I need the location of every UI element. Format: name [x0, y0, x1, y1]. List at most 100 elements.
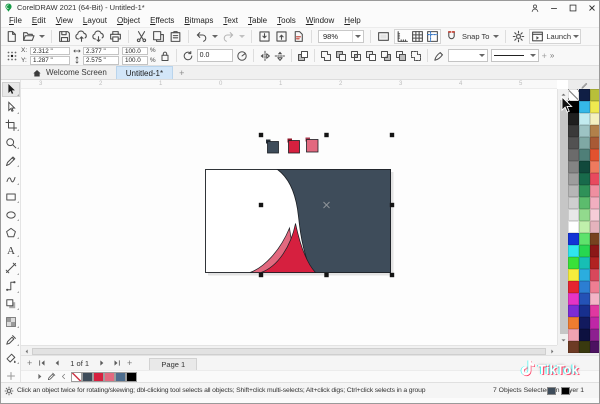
palette-swatch[interactable]	[568, 149, 579, 161]
doc-swatch[interactable]	[126, 371, 137, 382]
shape-tool[interactable]	[3, 101, 19, 114]
palette-swatch[interactable]	[568, 185, 579, 197]
intersect-icon[interactable]	[350, 50, 362, 62]
scale-v-input[interactable]: 100.0	[122, 56, 148, 65]
palette-swatch[interactable]	[568, 113, 579, 125]
handle-top-left[interactable]	[258, 132, 264, 138]
account-icon[interactable]	[530, 3, 540, 13]
palette-header[interactable]	[568, 80, 599, 89]
horizontal-ruler[interactable]: 3 2 1 0 1 2 3 4 5	[21, 80, 557, 89]
palette-swatch[interactable]	[568, 257, 579, 269]
snap-icon[interactable]	[445, 30, 458, 43]
palette-swatch[interactable]	[590, 185, 599, 197]
menu-item-help[interactable]: Help	[339, 16, 365, 25]
new-document-tab-button[interactable]: +	[173, 66, 190, 79]
palette-swatch[interactable]	[590, 281, 599, 293]
palette-swatch[interactable]	[590, 269, 599, 281]
save-to-cloud-icon[interactable]	[92, 30, 105, 43]
palette-swatch[interactable]	[568, 101, 579, 113]
palette-swatch[interactable]	[568, 293, 579, 305]
palette-swatch[interactable]	[579, 245, 590, 257]
palette-swatch[interactable]	[568, 209, 579, 221]
palette-swatch[interactable]	[579, 233, 590, 245]
horizontal-scrollbar[interactable]	[21, 345, 557, 355]
launch-caret[interactable]	[573, 35, 579, 41]
x-position-input[interactable]: 2.312 "	[30, 46, 70, 55]
tab-welcome-screen[interactable]: Welcome Screen	[23, 66, 116, 79]
dimension-tool[interactable]	[3, 262, 19, 275]
order-objects-icon[interactable]	[297, 50, 309, 62]
pick-tool[interactable]	[1, 82, 20, 97]
palette-swatch[interactable]	[568, 341, 579, 353]
connector-tool[interactable]	[3, 280, 19, 293]
line-style-select[interactable]	[490, 49, 539, 62]
palette-swatch[interactable]	[590, 317, 599, 329]
snap-to-caret[interactable]	[493, 35, 500, 41]
interactive-fill-tool[interactable]	[3, 352, 19, 365]
handle-bottom-left[interactable]	[258, 272, 264, 278]
horizontal-scroll-thumb[interactable]	[32, 347, 546, 355]
palette-swatch[interactable]	[579, 281, 590, 293]
object-origin-icon[interactable]	[6, 50, 18, 62]
palette-swatch[interactable]	[579, 221, 590, 233]
menu-item-file[interactable]: File	[4, 16, 27, 25]
handle-top-center[interactable]	[324, 132, 329, 138]
menu-item-text[interactable]: Text	[218, 16, 243, 25]
swatch-navy[interactable]	[267, 141, 279, 154]
open-dropdown-caret[interactable]	[39, 35, 45, 41]
redo-icon[interactable]	[222, 30, 235, 43]
page-tab[interactable]: Page 1	[149, 358, 198, 370]
palette-swatch[interactable]	[579, 89, 590, 101]
width-input[interactable]: 2.377 "	[83, 46, 119, 55]
polygon-tool[interactable]	[3, 226, 19, 239]
menu-item-bitmaps[interactable]: Bitmaps	[179, 16, 218, 25]
handle-bottom-center[interactable]	[324, 272, 329, 278]
palette-swatch[interactable]	[590, 197, 599, 209]
palette-swatch[interactable]	[590, 293, 599, 305]
palette-swatch[interactable]	[579, 125, 590, 137]
palette-swatch-none[interactable]	[568, 89, 579, 101]
handle-mid-left[interactable]	[258, 202, 264, 208]
palette-swatch[interactable]	[579, 185, 590, 197]
new-document-icon[interactable]	[5, 30, 18, 43]
undo-dropdown-caret[interactable]	[212, 35, 218, 41]
palette-swatch[interactable]	[579, 293, 590, 305]
swatch-red[interactable]	[288, 140, 300, 154]
canvas[interactable]	[21, 89, 557, 345]
palette-swatch[interactable]	[568, 281, 579, 293]
palette-swatch[interactable]	[568, 173, 579, 185]
import-icon[interactable]	[258, 30, 271, 43]
tab-untitled-document[interactable]: Untitled-1*	[115, 66, 174, 79]
zoom-caret[interactable]	[355, 35, 361, 41]
palette-swatch[interactable]	[579, 137, 590, 149]
palette-swatch[interactable]	[568, 221, 579, 233]
palette-swatch[interactable]	[568, 269, 579, 281]
palette-swatch[interactable]	[590, 245, 599, 257]
palette-swatch[interactable]	[579, 101, 590, 113]
export-icon[interactable]	[275, 30, 288, 43]
palette-swatch[interactable]	[579, 209, 590, 221]
rectangle-tool[interactable]	[3, 190, 19, 203]
palette-swatch[interactable]	[568, 329, 579, 341]
document-palette-eyedropper-icon[interactable]	[47, 372, 56, 381]
menu-item-table[interactable]: Table	[243, 16, 272, 25]
palette-swatch[interactable]	[568, 305, 579, 317]
front-minus-back-icon[interactable]	[380, 50, 392, 62]
palette-swatch[interactable]	[590, 341, 599, 353]
freehand-tool[interactable]	[3, 155, 19, 168]
handle-top-right[interactable]	[389, 132, 395, 138]
palette-swatch[interactable]	[568, 233, 579, 245]
customize-plus-button[interactable]: +	[542, 51, 547, 61]
transparency-tool[interactable]	[3, 316, 19, 329]
crop-tool[interactable]	[3, 119, 19, 132]
palette-swatch[interactable]	[579, 197, 590, 209]
minimize-button[interactable]	[549, 3, 559, 13]
cut-icon[interactable]	[135, 30, 148, 43]
y-position-input[interactable]: 1.287 "	[30, 56, 70, 65]
angle-dial-icon[interactable]	[236, 50, 248, 62]
palette-swatch[interactable]	[579, 113, 590, 125]
palette-swatch[interactable]	[579, 161, 590, 173]
show-guidelines-icon[interactable]	[426, 30, 439, 43]
palette-swatch[interactable]	[579, 317, 590, 329]
doc-swatch[interactable]	[82, 371, 93, 382]
